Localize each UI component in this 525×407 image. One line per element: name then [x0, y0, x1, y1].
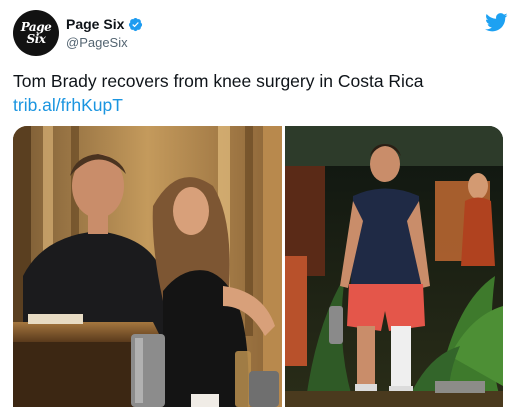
tweet-text: Tom Brady recovers from knee surgery in …: [13, 71, 424, 91]
verified-badge-icon: [129, 17, 143, 31]
author-name[interactable]: Page Six: [66, 16, 143, 32]
avatar[interactable]: Page Six: [13, 10, 59, 56]
photo-couple-seated[interactable]: [13, 126, 282, 407]
photo-man-walking[interactable]: [285, 126, 503, 407]
avatar-text-line2: Six: [26, 32, 46, 46]
author-handle[interactable]: @PageSix: [66, 35, 128, 50]
tweet-card[interactable]: Page Six Page Six @PageSix Tom Brady rec…: [0, 0, 525, 407]
author-name-text: Page Six: [66, 16, 125, 32]
twitter-bird-icon[interactable]: [485, 13, 508, 32]
media-grid[interactable]: [13, 126, 503, 407]
tweet-link[interactable]: trib.al/frhKupT: [13, 94, 123, 116]
